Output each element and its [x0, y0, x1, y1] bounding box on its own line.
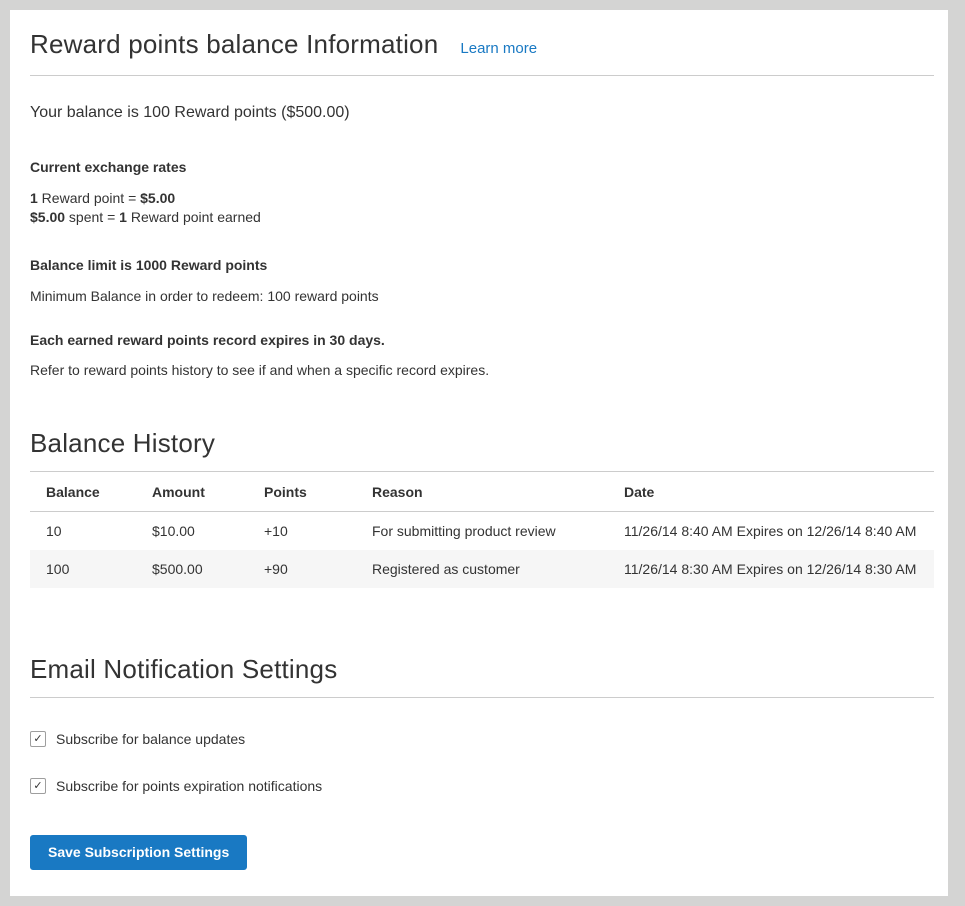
column-header-amount: Amount — [136, 472, 248, 512]
table-row: 10 $10.00 +10 For submitting product rev… — [30, 512, 934, 551]
cell-balance: 10 — [30, 512, 136, 551]
cell-reason: Registered as customer — [356, 550, 608, 588]
minimum-balance-text: Minimum Balance in order to redeem: 100 … — [30, 288, 934, 304]
exchange-rates-lines: 1 Reward point = $5.00 $5.00 spent = 1 R… — [30, 189, 934, 227]
email-settings-header: Email Notification Settings — [30, 654, 934, 698]
balance-updates-option: ✓ Subscribe for balance updates — [30, 731, 934, 747]
cell-reason: For submitting product review — [356, 512, 608, 551]
cell-points: +10 — [248, 512, 356, 551]
page-title: Reward points balance Information — [30, 29, 438, 60]
cell-points: +90 — [248, 550, 356, 588]
column-header-date: Date — [608, 472, 934, 512]
save-subscription-settings-button[interactable]: Save Subscription Settings — [30, 835, 247, 870]
balance-updates-checkbox[interactable]: ✓ — [30, 731, 46, 747]
expiration-notifications-label[interactable]: Subscribe for points expiration notifica… — [56, 778, 322, 794]
expiration-notifications-option: ✓ Subscribe for points expiration notifi… — [30, 778, 934, 794]
cell-date: 11/26/14 8:40 AM Expires on 12/26/14 8:4… — [608, 512, 934, 551]
balance-limit-text: Balance limit is 1000 Reward points — [30, 257, 934, 273]
table-row: 100 $500.00 +90 Registered as customer 1… — [30, 550, 934, 588]
balance-history-table: Balance Amount Points Reason Date 10 $10… — [30, 471, 934, 588]
balance-message: Your balance is 100 Reward points ($500.… — [30, 104, 934, 122]
cell-date: 11/26/14 8:30 AM Expires on 12/26/14 8:3… — [608, 550, 934, 588]
cell-balance: 100 — [30, 550, 136, 588]
reward-points-card: Reward points balance Information Learn … — [10, 10, 948, 896]
expiration-notifications-checkbox[interactable]: ✓ — [30, 778, 46, 794]
expiry-note-text: Refer to reward points history to see if… — [30, 362, 934, 378]
table-header: Balance Amount Points Reason Date — [30, 472, 934, 512]
email-settings-title: Email Notification Settings — [30, 654, 934, 685]
column-header-balance: Balance — [30, 472, 136, 512]
column-header-reason: Reason — [356, 472, 608, 512]
exchange-rate-line-2: $5.00 spent = 1 Reward point earned — [30, 208, 934, 227]
expiry-rule-text: Each earned reward points record expires… — [30, 332, 934, 348]
column-header-points: Points — [248, 472, 356, 512]
cell-amount: $500.00 — [136, 550, 248, 588]
exchange-rate-line-1: 1 Reward point = $5.00 — [30, 189, 934, 208]
balance-history-title: Balance History — [30, 428, 934, 459]
cell-amount: $10.00 — [136, 512, 248, 551]
page-header: Reward points balance Information Learn … — [30, 10, 934, 76]
balance-updates-label[interactable]: Subscribe for balance updates — [56, 731, 245, 747]
exchange-rates-heading: Current exchange rates — [30, 159, 934, 175]
learn-more-link[interactable]: Learn more — [460, 40, 537, 57]
